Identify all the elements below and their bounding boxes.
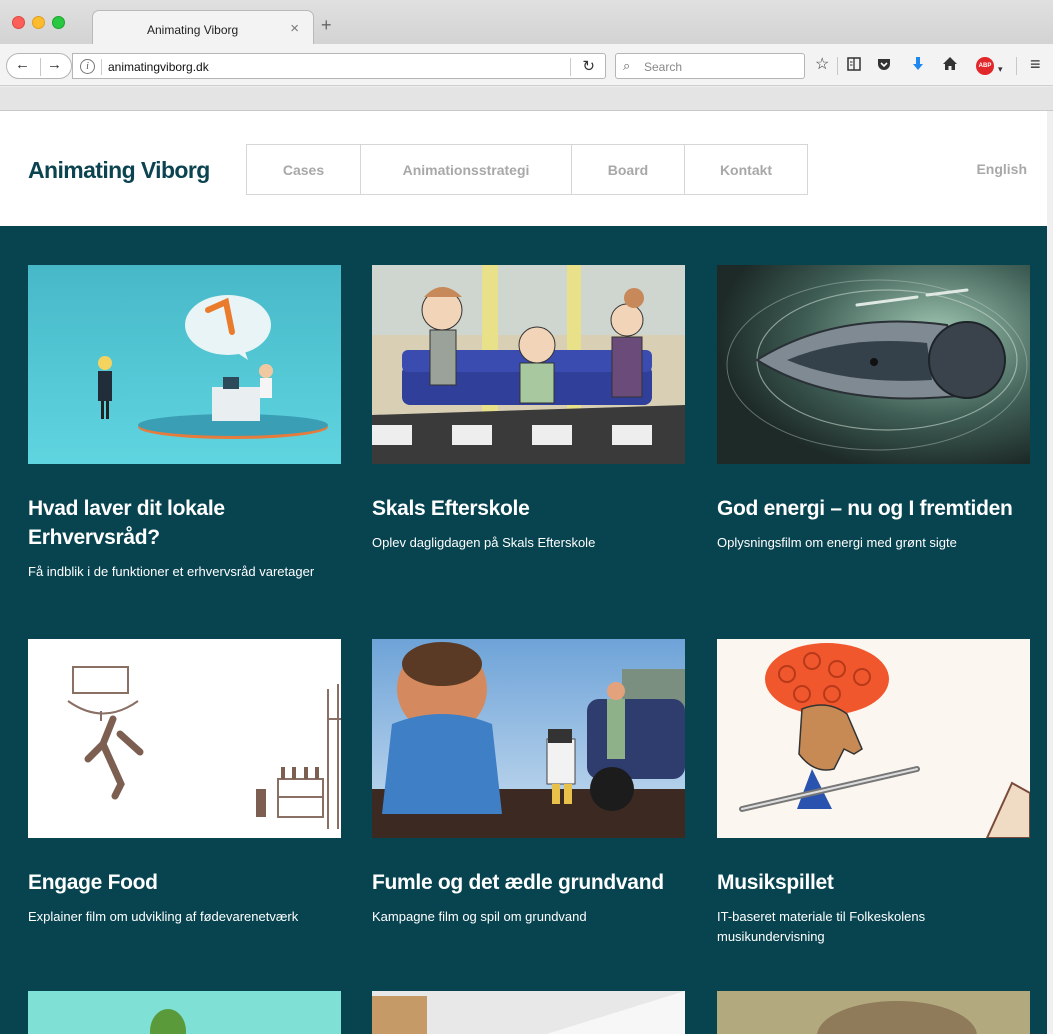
case-card[interactable]: God energi – nu og I fremtiden Oplysning…: [717, 265, 1030, 553]
minimize-window-button[interactable]: [32, 16, 45, 29]
nav-item-animationsstrategi[interactable]: Animationsstrategi: [361, 145, 572, 194]
case-card[interactable]: Hvad laver dit lokale Erhvervsråd? Få in…: [28, 265, 341, 582]
case-thumbnail-partial[interactable]: [717, 991, 1030, 1034]
case-card[interactable]: Fumle og det ædle grundvand Kampagne fil…: [372, 639, 685, 927]
case-card[interactable]: [717, 991, 1030, 1034]
url-text[interactable]: animatingviborg.dk: [108, 60, 209, 74]
case-title[interactable]: God energi – nu og I fremtiden: [717, 494, 1030, 523]
case-thumbnail-erhvervsraad[interactable]: [28, 265, 341, 464]
bookmark-star-icon[interactable]: ☆: [815, 56, 829, 74]
reading-list-icon[interactable]: [846, 56, 862, 77]
tab-strip: Animating Viborg × +: [0, 0, 1053, 44]
reload-icon[interactable]: ↻: [582, 57, 595, 75]
site-header: Animating Viborg Cases Animationsstrateg…: [0, 111, 1047, 226]
back-forward-group: ← →: [6, 53, 72, 79]
nav-item-board[interactable]: Board: [572, 145, 685, 194]
case-card[interactable]: [372, 991, 685, 1034]
case-title[interactable]: Hvad laver dit lokale Erhvervsråd?: [28, 494, 341, 552]
case-thumbnail-engage-food[interactable]: [28, 639, 341, 838]
close-tab-icon[interactable]: ×: [290, 20, 299, 37]
case-title[interactable]: Skals Efterskole: [372, 494, 685, 523]
case-thumbnail-partial[interactable]: [28, 991, 341, 1034]
nav-item-kontakt[interactable]: Kontakt: [685, 145, 807, 194]
case-thumbnail-fumle[interactable]: [372, 639, 685, 838]
case-card[interactable]: Skals Efterskole Oplev dagligdagen på Sk…: [372, 265, 685, 553]
search-icon: ⌕: [623, 58, 631, 73]
page-content: Animating Viborg Cases Animationsstrateg…: [0, 111, 1047, 1034]
case-description: Oplev dagligdagen på Skals Efterskole: [372, 535, 596, 550]
case-description: IT-baseret materiale til Folkeskolens mu…: [717, 909, 926, 944]
bookmarks-toolbar: [0, 87, 1053, 111]
case-card[interactable]: Musikspillet IT-baseret materiale til Fo…: [717, 639, 1030, 947]
case-title[interactable]: Engage Food: [28, 868, 341, 897]
back-icon[interactable]: ←: [15, 56, 30, 73]
main-navigation: Cases Animationsstrategi Board Kontakt: [246, 144, 808, 195]
nav-item-cases[interactable]: Cases: [247, 145, 361, 194]
pocket-icon[interactable]: [876, 56, 892, 77]
case-description: Explainer film om udvikling af fødevaren…: [28, 909, 299, 924]
case-thumbnail-musikspillet[interactable]: [717, 639, 1030, 838]
search-box[interactable]: ⌕ Search: [615, 53, 805, 79]
browser-tab[interactable]: Animating Viborg ×: [92, 10, 314, 44]
case-title[interactable]: Fumle og det ædle grundvand: [372, 868, 685, 897]
page-scrollbar[interactable]: [1047, 111, 1053, 1034]
case-description: Få indblik i de funktioner et erhvervsrå…: [28, 564, 315, 579]
case-thumbnail-partial[interactable]: [372, 991, 685, 1034]
navigation-toolbar: ← → i animatingviborg.dk ↻ ⌕ Search ☆ AB…: [0, 44, 1053, 86]
case-description: Oplysningsfilm om energi med grønt sigte: [717, 535, 957, 550]
case-card[interactable]: [28, 991, 341, 1034]
zoom-window-button[interactable]: [52, 16, 65, 29]
download-icon[interactable]: [910, 56, 926, 77]
tab-title: Animating Viborg: [147, 23, 239, 37]
site-logo[interactable]: Animating Viborg: [28, 157, 210, 184]
case-thumbnail-god-energi[interactable]: [717, 265, 1030, 464]
browser-window: Animating Viborg × + ← → i animatingvibo…: [0, 0, 1053, 1034]
case-description: Kampagne film og spil om grundvand: [372, 909, 587, 924]
menu-icon[interactable]: ≡: [1030, 54, 1041, 75]
home-icon[interactable]: [942, 56, 958, 77]
address-bar[interactable]: i animatingviborg.dk ↻: [72, 53, 606, 79]
search-placeholder[interactable]: Search: [644, 60, 682, 74]
forward-icon[interactable]: →: [47, 56, 62, 73]
new-tab-button[interactable]: +: [321, 16, 332, 34]
info-icon[interactable]: i: [80, 59, 95, 74]
language-switch-english[interactable]: English: [976, 161, 1027, 177]
adblock-dropdown-icon[interactable]: ▾: [998, 60, 1003, 78]
case-card[interactable]: Engage Food Explainer film om udvikling …: [28, 639, 341, 927]
case-title[interactable]: Musikspillet: [717, 868, 1030, 897]
close-window-button[interactable]: [12, 16, 25, 29]
adblock-icon[interactable]: ABP: [976, 57, 994, 75]
case-thumbnail-skals-efterskole[interactable]: [372, 265, 685, 464]
